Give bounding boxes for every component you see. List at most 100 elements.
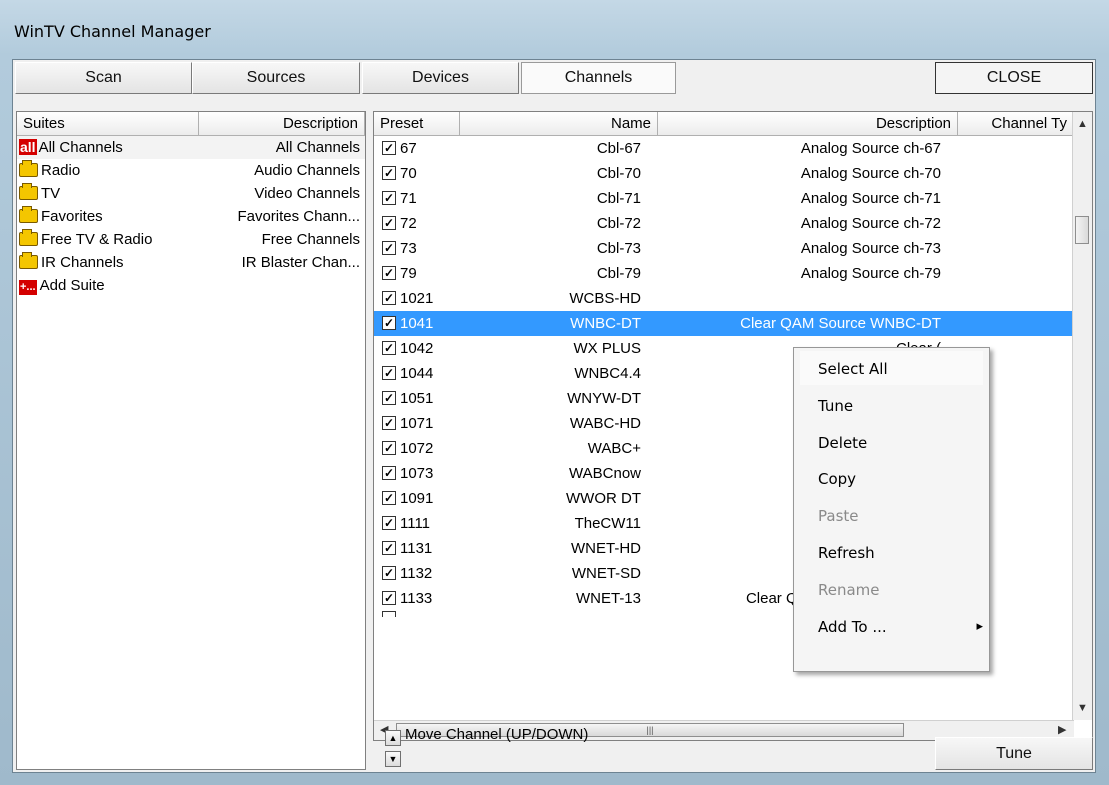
vertical-scroll-thumb[interactable]	[1075, 216, 1089, 244]
devices-button[interactable]: Devices	[362, 62, 519, 94]
channel-row[interactable]: ✓ 67 Cbl-67 Analog Source ch-67	[374, 136, 1074, 161]
suite-item[interactable]: TV Video Channels	[17, 182, 365, 205]
context-menu-item[interactable]: Add To ... ▸	[818, 609, 983, 645]
channel-row[interactable]: ✓ 1021 WCBS-HD	[374, 286, 1074, 311]
channel-enabled-checkbox[interactable]: ✓	[382, 391, 396, 406]
channel-enabled-checkbox[interactable]: ✓	[382, 291, 396, 306]
channel-preset: 1051	[400, 390, 434, 407]
suite-item[interactable]: all All Channels All Channels	[17, 136, 365, 159]
channel-enabled-checkbox[interactable]: ✓	[382, 416, 396, 431]
scan-button[interactable]: Scan	[15, 62, 192, 94]
channel-preset: 73	[400, 240, 417, 257]
channel-name: Cbl-72	[596, 215, 641, 232]
channel-name: WWOR DT	[566, 490, 641, 507]
suite-item[interactable]: +... Add Suite	[17, 274, 365, 297]
channel-enabled-checkbox[interactable]: ✓	[382, 141, 396, 156]
context-menu-item[interactable]: Paste	[818, 498, 983, 534]
channel-preset: 1132	[400, 565, 433, 582]
context-menu-item[interactable]: Refresh	[818, 535, 983, 571]
channel-enabled-checkbox[interactable]: ✓	[382, 366, 396, 381]
context-menu: Select All Tune Delete Copy Paste Refresh Rena…	[793, 347, 990, 672]
context-menu-item-label: Add To ...	[818, 617, 887, 636]
all-channels-icon: all	[19, 139, 37, 155]
channel-enabled-checkbox[interactable]: ✓	[382, 516, 396, 531]
channel-name: WABC+	[587, 440, 641, 457]
channel-row[interactable]: ✓ 79 Cbl-79 Analog Source ch-79	[374, 261, 1074, 286]
channel-preset: 1091	[400, 490, 434, 507]
sources-button[interactable]: Sources	[192, 62, 360, 94]
suite-description-column-header[interactable]: Description	[199, 112, 365, 136]
suite-item[interactable]: Favorites Favorites Chann...	[17, 205, 365, 228]
preset-column-header[interactable]: Preset	[374, 112, 460, 136]
channel-preset: 1072	[400, 440, 434, 457]
title-bar[interactable]: WinTV Channel Manager	[0, 0, 1109, 55]
context-menu-item[interactable]: Select All	[818, 351, 983, 387]
scroll-right-icon[interactable]: ▶	[1058, 723, 1066, 736]
channel-enabled-checkbox[interactable]: ✓	[382, 591, 396, 606]
suite-name: Radio	[41, 162, 81, 179]
tune-button[interactable]: Tune	[935, 737, 1093, 770]
channel-preset: 1071	[400, 415, 434, 432]
context-menu-item-label: Delete	[818, 433, 868, 452]
channel-name: WNET-13	[575, 590, 641, 607]
context-menu-item[interactable]: Copy	[818, 461, 983, 497]
suite-description: Favorites Chann...	[237, 208, 360, 225]
channel-row[interactable]: ✓ 1041 WNBC-DT Clear QAM Source WNBC-DT	[374, 311, 1074, 336]
vertical-scrollbar[interactable]: ▲ ▼	[1072, 112, 1092, 720]
channel-enabled-checkbox[interactable]: ✓	[382, 216, 396, 231]
move-down-button[interactable]: ▼	[385, 751, 401, 767]
channel-enabled-checkbox[interactable]: ✓	[382, 441, 396, 456]
context-menu-item[interactable]: Delete	[818, 425, 983, 461]
channel-preset: 72	[400, 215, 417, 232]
suite-item[interactable]: Radio Audio Channels	[17, 159, 365, 182]
channel-preset: 79	[400, 265, 417, 282]
add-suite-icon: +...	[19, 280, 37, 295]
name-column-header[interactable]: Name	[460, 112, 658, 136]
context-menu-item-label: Refresh	[818, 544, 875, 562]
suite-description: Video Channels	[254, 185, 360, 202]
suite-description: Audio Channels	[254, 162, 360, 179]
channel-name: WNYW-DT	[567, 390, 641, 407]
channel-type-column-header[interactable]: Channel Ty	[958, 112, 1074, 136]
channel-enabled-checkbox[interactable]: ✓	[382, 541, 396, 556]
folder-icon	[19, 252, 38, 270]
suites-panel: Suites Description all All Channels All Ch…	[16, 111, 366, 770]
channel-enabled-checkbox[interactable]: ✓	[382, 266, 396, 281]
channel-name: WABCnow	[569, 465, 641, 482]
window-title: WinTV Channel Manager	[14, 22, 211, 41]
channel-preset: 1041	[400, 315, 434, 332]
channel-enabled-checkbox[interactable]: ✓	[382, 491, 396, 506]
channel-row[interactable]: ✓ 70 Cbl-70 Analog Source ch-70	[374, 161, 1074, 186]
context-menu-item-label: Select All	[818, 360, 888, 378]
app-window: WinTV Channel Manager Scan Sources Devic…	[0, 0, 1109, 785]
scroll-up-icon[interactable]: ▲	[1077, 118, 1088, 130]
channel-enabled-checkbox[interactable]: ✓	[382, 316, 396, 331]
channel-row[interactable]: ✓ 72 Cbl-72 Analog Source ch-72	[374, 211, 1074, 236]
channel-enabled-checkbox[interactable]: ✓	[382, 341, 396, 356]
channel-preset: 1111	[400, 515, 431, 532]
close-button[interactable]: CLOSE	[935, 62, 1093, 94]
suite-item[interactable]: Free TV & Radio Free Channels	[17, 228, 365, 251]
channel-preset: 67	[400, 140, 417, 157]
channel-enabled-checkbox[interactable]: ✓	[382, 466, 396, 481]
scroll-down-icon[interactable]: ▼	[1077, 702, 1088, 714]
channel-enabled-checkbox[interactable]: ✓	[382, 241, 396, 256]
channel-enabled-checkbox[interactable]: ✓	[382, 191, 396, 206]
channels-tab[interactable]: Channels	[521, 62, 676, 94]
move-channel-label: Move Channel (UP/DOWN)	[405, 726, 589, 743]
channel-row[interactable]: ✓ 71 Cbl-71 Analog Source ch-71	[374, 186, 1074, 211]
move-up-button[interactable]: ▲	[385, 730, 401, 746]
description-column-header[interactable]: Description	[658, 112, 958, 136]
context-menu-item-label: Paste	[818, 507, 859, 526]
channel-enabled-checkbox[interactable]: ✓	[382, 566, 396, 581]
context-menu-item[interactable]: Tune	[818, 388, 983, 424]
suite-item[interactable]: IR Channels IR Blaster Chan...	[17, 251, 365, 274]
channel-enabled-checkbox[interactable]: ✓	[382, 166, 396, 181]
submenu-arrow-icon: ▸	[976, 618, 983, 634]
channel-preset: 1131	[400, 540, 433, 557]
channel-row[interactable]: ✓ 73 Cbl-73 Analog Source ch-73	[374, 236, 1074, 261]
arrow-up-icon: ▲	[388, 733, 398, 743]
context-menu-item[interactable]: Rename	[818, 572, 983, 608]
suites-column-header[interactable]: Suites	[17, 112, 199, 136]
suite-name: Add Suite	[39, 277, 105, 294]
